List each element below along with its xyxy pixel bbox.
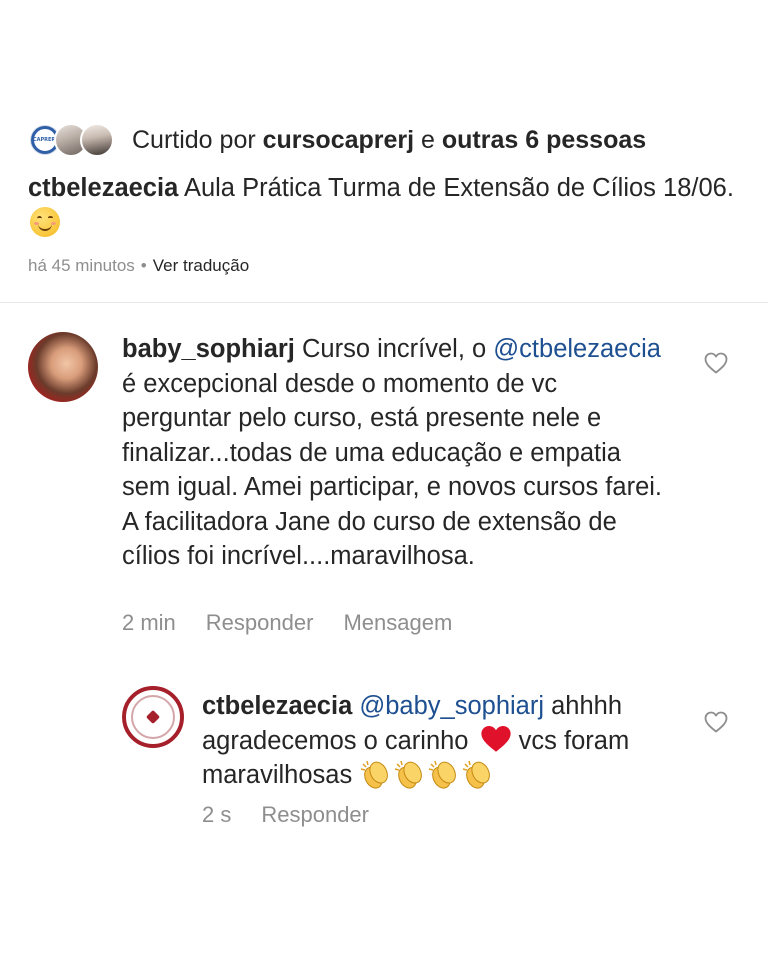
comment-text: baby_sophiarj Curso incrível, o @ctbelez… — [122, 332, 662, 574]
meta-separator: • — [140, 256, 147, 275]
liker-avatars[interactable]: CAPRERJ — [28, 120, 120, 160]
liker-username[interactable]: cursocaprerj — [263, 126, 414, 154]
avatar[interactable] — [122, 686, 184, 748]
clapping-hands-emoji-icon — [395, 760, 423, 789]
likes-summary: Curtido por cursocaprerj e outras 6 pess… — [132, 126, 646, 155]
comment-text: ctbelezaecia @baby_sophiarj ahhhh agrade… — [202, 689, 692, 793]
smile-emoji-icon — [30, 207, 60, 237]
comment-actions: 2 s Responder — [202, 802, 399, 828]
mention-link[interactable]: @ctbelezaecia — [493, 335, 661, 363]
reply-button[interactable]: Responder — [261, 802, 369, 828]
likes-prefix: Curtido por — [132, 125, 263, 154]
see-translation-link[interactable]: Ver tradução — [153, 256, 249, 276]
caption-username[interactable]: ctbelezaecia — [28, 174, 178, 202]
comment-username[interactable]: ctbelezaecia — [202, 692, 352, 720]
caption-text: Aula Prática Turma de Extensão de Cílios… — [178, 174, 734, 202]
like-heart-icon[interactable] — [704, 352, 728, 374]
comment-timestamp: 2 min — [122, 610, 176, 635]
avatar[interactable] — [28, 332, 98, 402]
divider — [0, 302, 768, 303]
likes-connector: e — [414, 125, 442, 154]
clapping-hands-emoji-icon — [361, 760, 389, 789]
mention-link[interactable]: @baby_sophiarj — [359, 692, 544, 720]
avatar — [80, 123, 114, 157]
comment-actions: 2 min Responder Mensagem — [122, 610, 482, 636]
like-heart-icon[interactable] — [704, 711, 728, 733]
post-caption: ctbelezaecia Aula Prática Turma de Exten… — [28, 170, 738, 242]
post-timestamp: há 45 minutos — [28, 256, 135, 275]
red-heart-emoji-icon — [480, 725, 511, 752]
liked-by-row[interactable]: CAPRERJ Curtido por cursocaprerj e outra… — [28, 120, 646, 160]
reply-button[interactable]: Responder — [206, 610, 314, 636]
clapping-hands-emoji-icon — [429, 760, 457, 789]
message-button[interactable]: Mensagem — [343, 610, 452, 636]
clapping-hands-emoji-icon — [463, 760, 491, 789]
post-meta: há 45 minutos • Ver tradução — [28, 256, 249, 276]
comment-username[interactable]: baby_sophiarj — [122, 335, 295, 363]
comment-text-start: Curso incrível, o — [294, 335, 494, 363]
comment-timestamp: 2 s — [202, 802, 232, 827]
comment-text-end: é excepcional desde o momento de vc perg… — [122, 369, 662, 571]
likes-others-link[interactable]: outras 6 pessoas — [442, 126, 646, 154]
